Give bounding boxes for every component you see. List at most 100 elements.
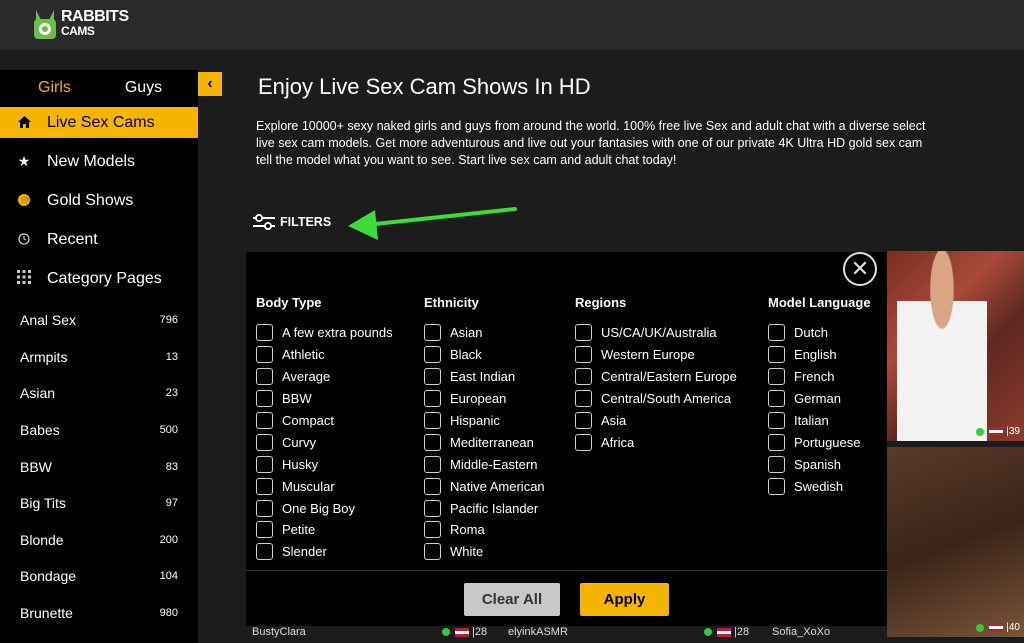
filter-checkbox[interactable] — [256, 477, 273, 495]
filter-checkbox[interactable] — [256, 324, 273, 342]
filter-option[interactable]: Husky — [256, 453, 393, 475]
filter-option[interactable]: Central/South America — [575, 388, 737, 410]
filter-checkbox[interactable] — [424, 368, 441, 386]
filter-checkbox[interactable] — [768, 324, 785, 342]
filter-checkbox[interactable] — [424, 499, 441, 517]
filter-checkbox[interactable] — [575, 346, 592, 364]
filter-option[interactable]: English — [768, 344, 871, 366]
site-logo[interactable]: RABBITS CAMS — [32, 8, 129, 40]
filter-checkbox[interactable] — [256, 543, 273, 561]
clear-all-button[interactable]: Clear All — [464, 583, 560, 616]
nav-new-models[interactable]: ★ New Models — [0, 142, 198, 181]
filter-checkbox[interactable] — [256, 499, 273, 517]
filter-option[interactable]: Average — [256, 366, 393, 388]
filter-option[interactable]: Middle-Eastern — [424, 453, 545, 475]
sidebar-collapse-button[interactable]: ‹ — [198, 72, 222, 96]
filter-checkbox[interactable] — [424, 477, 441, 495]
filter-option[interactable]: Muscular — [256, 475, 393, 497]
filter-option[interactable]: BBW — [256, 388, 393, 410]
category-item[interactable]: Bondage 104 — [0, 558, 198, 595]
filters-button[interactable]: FILTERS — [252, 213, 331, 231]
filter-checkbox[interactable] — [256, 455, 273, 473]
filter-option[interactable]: A few extra pounds — [256, 322, 393, 344]
filter-checkbox[interactable] — [424, 543, 441, 561]
category-item[interactable]: Armpits 13 — [0, 339, 198, 376]
filter-option[interactable]: Slender — [256, 541, 393, 563]
filter-option[interactable]: Dutch — [768, 322, 871, 344]
tab-girls[interactable]: Girls — [0, 79, 99, 97]
filter-option[interactable]: Native American — [424, 475, 545, 497]
model-name-item[interactable]: BustyClara — [252, 626, 306, 638]
category-item[interactable]: Big Tits 97 — [0, 485, 198, 522]
tab-guys[interactable]: Guys — [99, 79, 198, 97]
nav-live-sex-cams[interactable]: Live Sex Cams — [0, 107, 198, 138]
filter-option[interactable]: US/CA/UK/Australia — [575, 322, 737, 344]
filter-checkbox[interactable] — [424, 390, 441, 408]
filter-checkbox[interactable] — [768, 390, 785, 408]
filter-checkbox[interactable] — [424, 346, 441, 364]
nav-gold-shows[interactable]: Gold Shows — [0, 181, 198, 220]
filter-option[interactable]: Spanish — [768, 453, 871, 475]
filter-option[interactable]: Italian — [768, 410, 871, 432]
category-item[interactable]: BBW 83 — [0, 448, 198, 485]
model-name-item[interactable]: elyinkASMR — [508, 626, 568, 638]
model-thumbnail[interactable]: | 39 — [887, 251, 1024, 441]
filter-option[interactable]: Black — [424, 344, 545, 366]
nav-recent[interactable]: Recent — [0, 220, 198, 259]
filter-checkbox[interactable] — [575, 412, 592, 429]
filter-option[interactable]: Asian — [424, 322, 545, 344]
filter-option[interactable]: Asia — [575, 410, 737, 432]
filter-option[interactable]: Swedish — [768, 475, 871, 497]
filter-option[interactable]: White — [424, 541, 545, 563]
filter-option[interactable]: Pacific Islander — [424, 497, 545, 519]
category-item[interactable]: Brunette 980 — [0, 595, 198, 632]
filter-option[interactable]: Roma — [424, 519, 545, 541]
online-dot-icon — [704, 628, 712, 636]
category-item[interactable]: Anal Sex 796 — [0, 302, 198, 339]
filter-option[interactable]: Athletic — [256, 344, 393, 366]
filter-checkbox[interactable] — [768, 455, 785, 473]
filter-option[interactable]: One Big Boy — [256, 497, 393, 519]
filter-checkbox[interactable] — [768, 433, 785, 451]
filter-option[interactable]: Petite — [256, 519, 393, 541]
filter-checkbox[interactable] — [256, 346, 273, 364]
filter-option[interactable]: European — [424, 388, 545, 410]
filter-option[interactable]: French — [768, 366, 871, 388]
apply-button[interactable]: Apply — [580, 583, 669, 616]
filter-option[interactable]: Compact — [256, 410, 393, 432]
filter-option[interactable]: German — [768, 388, 871, 410]
filter-checkbox[interactable] — [575, 433, 592, 451]
filter-option[interactable]: Mediterranean — [424, 431, 545, 453]
filter-checkbox[interactable] — [424, 521, 441, 539]
filter-checkbox[interactable] — [424, 412, 441, 429]
filter-checkbox[interactable] — [575, 368, 592, 386]
filter-checkbox[interactable] — [256, 390, 273, 408]
model-name-item[interactable]: Sofia_XoXo — [772, 626, 830, 638]
filter-checkbox[interactable] — [424, 324, 441, 342]
nav-category-pages[interactable]: Category Pages — [0, 259, 198, 298]
filter-checkbox[interactable] — [768, 412, 785, 429]
category-item[interactable]: Babes 500 — [0, 412, 198, 449]
filter-checkbox[interactable] — [768, 477, 785, 495]
filter-checkbox[interactable] — [256, 412, 273, 429]
filter-option[interactable]: Portuguese — [768, 431, 871, 453]
filter-checkbox[interactable] — [575, 324, 592, 342]
filter-option[interactable]: Central/Eastern Europe — [575, 366, 737, 388]
filter-option[interactable]: East Indian — [424, 366, 545, 388]
filter-option[interactable]: Curvy — [256, 431, 393, 453]
filter-checkbox[interactable] — [256, 368, 273, 386]
filter-checkbox[interactable] — [768, 368, 785, 386]
filter-checkbox[interactable] — [424, 433, 441, 451]
filter-checkbox[interactable] — [768, 346, 785, 364]
close-filters-button[interactable]: ✕ — [843, 252, 877, 286]
filter-option[interactable]: Western Europe — [575, 344, 737, 366]
category-item[interactable]: Asian 23 — [0, 375, 198, 412]
filter-checkbox[interactable] — [256, 521, 273, 539]
filter-checkbox[interactable] — [424, 455, 441, 473]
model-thumbnail[interactable]: | 40 — [887, 447, 1024, 637]
filter-option[interactable]: Hispanic — [424, 410, 545, 432]
category-item[interactable]: Blonde 200 — [0, 522, 198, 559]
filter-option[interactable]: Africa — [575, 431, 737, 453]
filter-checkbox[interactable] — [256, 433, 273, 451]
filter-checkbox[interactable] — [575, 390, 592, 408]
